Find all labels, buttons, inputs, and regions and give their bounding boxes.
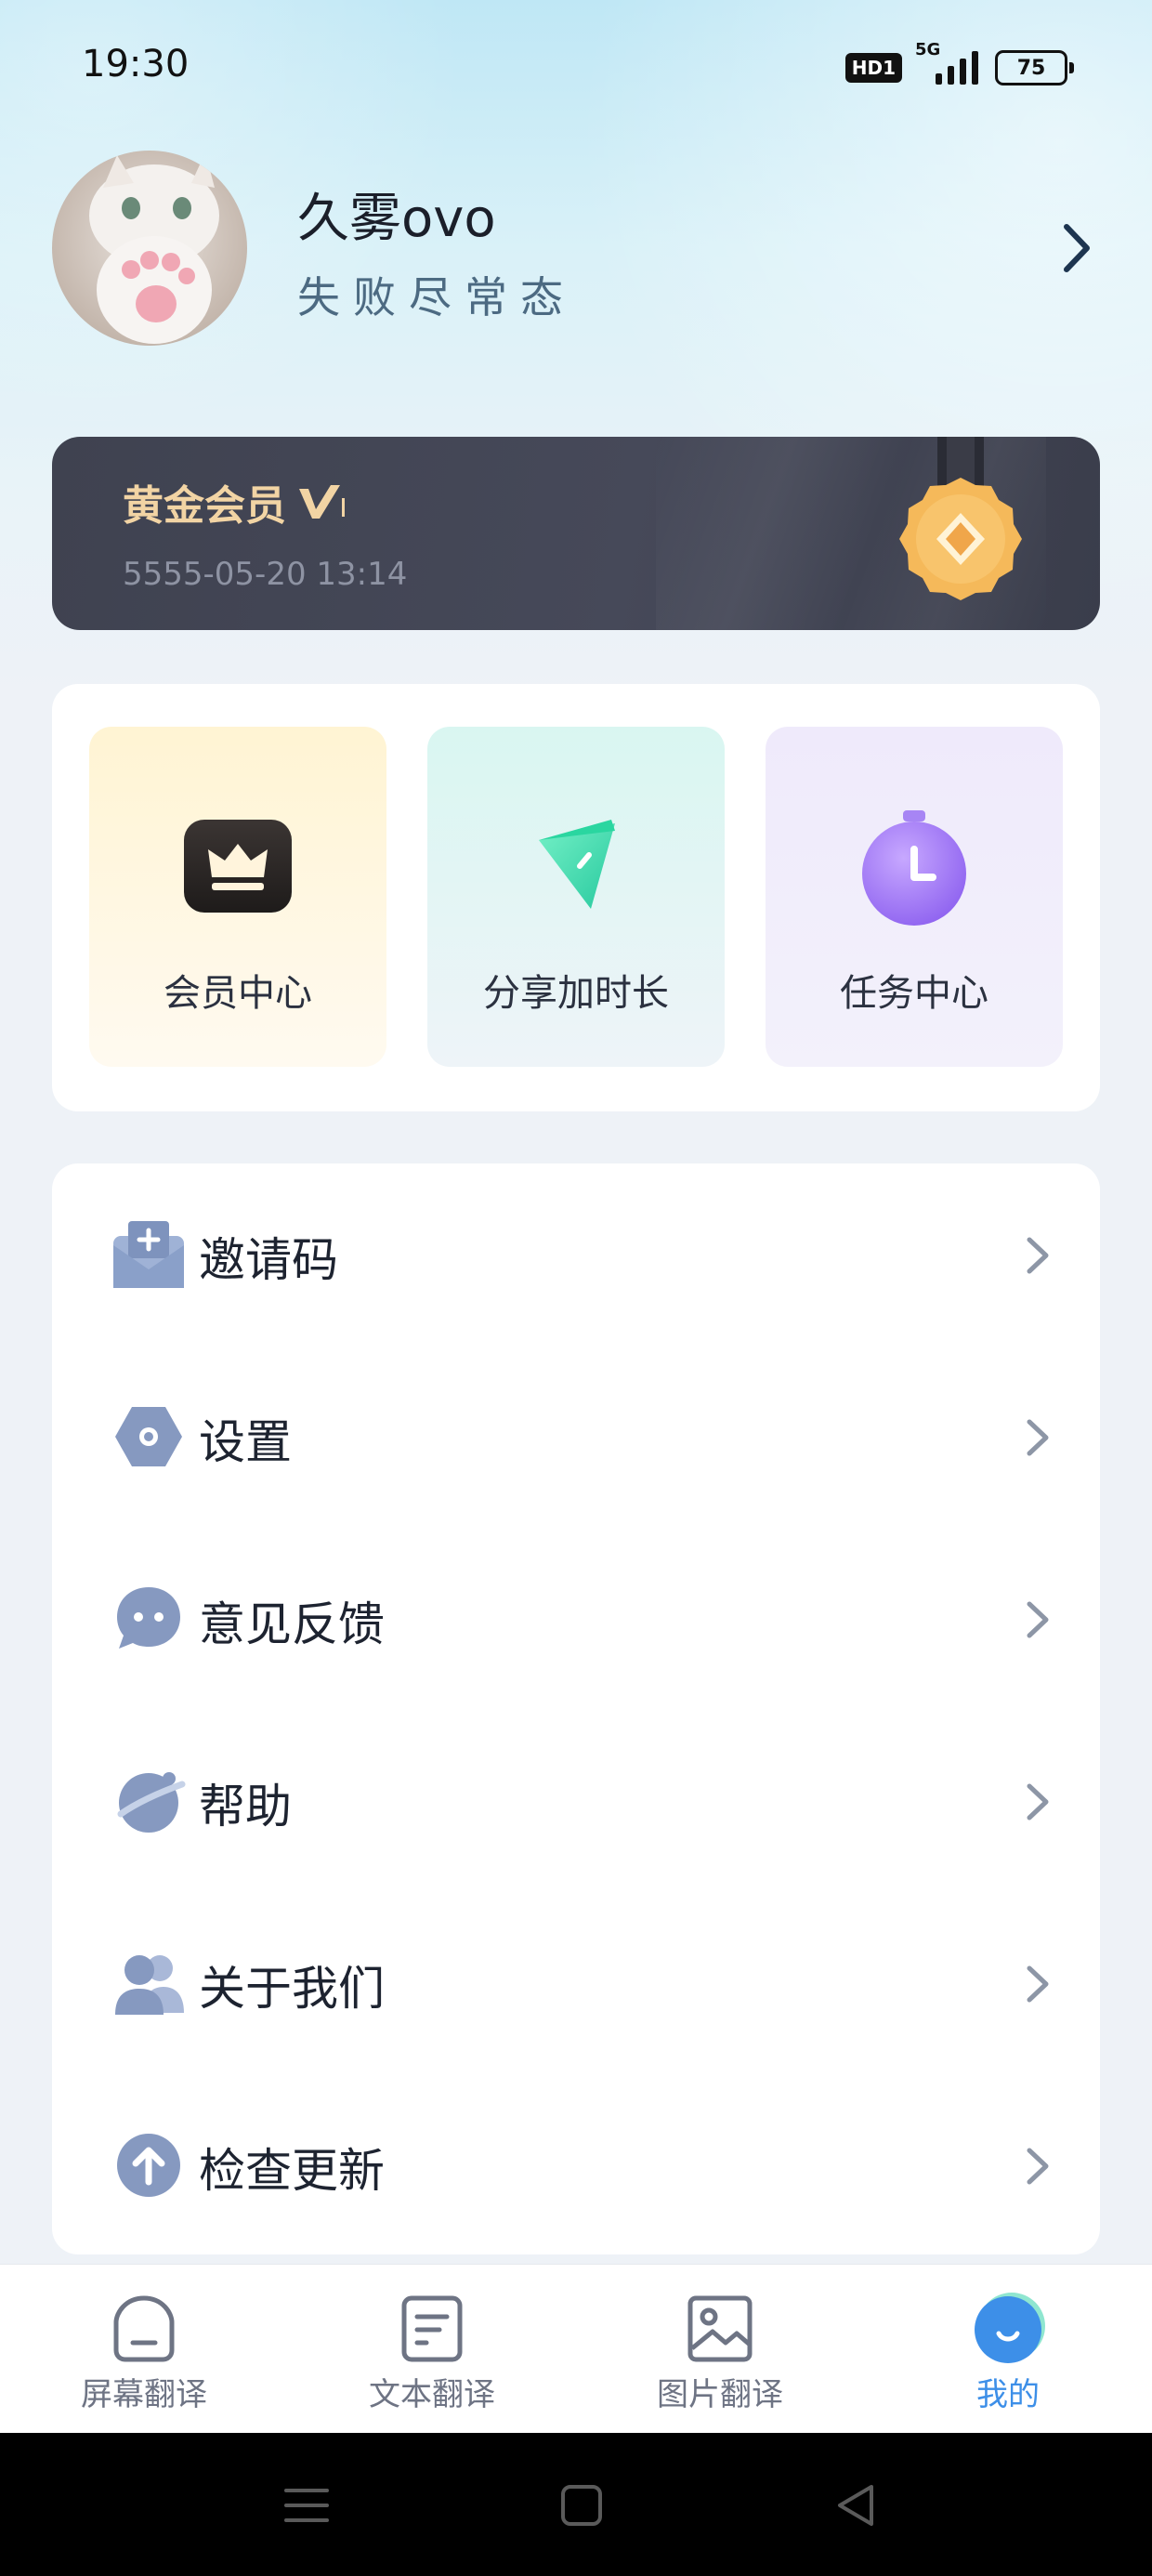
menu-item-label: 邀请码 [199,1233,338,1287]
chevron-right-icon [1027,1601,1049,1638]
chevron-right-icon [1027,1783,1049,1820]
settings-menu: 邀请码 设置 意见反馈 帮助 关于我们 检查更新 [52,1163,1100,2254]
chevron-right-icon [1027,1419,1049,1456]
users-icon [115,1955,184,2015]
status-icons: HD1 5G 75 [844,40,1074,85]
settings-hex-icon [115,1407,182,1466]
menu-item-label: 关于我们 [199,1962,385,2016]
tab-mine[interactable]: 我的 [864,2265,1152,2434]
share-send-icon [539,820,615,909]
network-type: 5G [915,40,941,59]
quick-action-label: 分享加时长 [483,972,669,1015]
quick-action-label: 会员中心 [164,972,312,1015]
chevron-right-icon [1027,1965,1049,2003]
menu-item-help[interactable]: 帮助 [52,1710,1100,1892]
stopwatch-icon [862,810,966,926]
quick-action-vip-center[interactable]: 会员中心 [89,727,386,1067]
home-square-icon[interactable] [556,2479,608,2531]
vip-title: 黄金会员 [123,472,347,532]
menu-item-label: 帮助 [199,1780,292,1833]
menu-item-about-us[interactable]: 关于我们 [52,1892,1100,2074]
avatar[interactable] [52,151,247,346]
upload-arrow-icon [117,2134,180,2197]
tab-label: 文本翻译 [369,2376,495,2413]
quick-action-share[interactable]: 分享加时长 [427,727,725,1067]
menu-item-invite-code[interactable]: 邀请码 [52,1163,1100,1346]
image-icon [687,2295,753,2362]
help-planet-icon [117,1772,186,1833]
chevron-right-icon[interactable] [1055,217,1100,279]
vip-expiry: 5555-05-20 13:14 [123,556,408,593]
smile-avatar-icon [975,2293,1045,2363]
menu-item-label: 意见反馈 [199,1597,385,1651]
profile-header[interactable]: 久雾ovo 失败尽常态 [52,151,1100,346]
invite-mail-icon [113,1221,184,1288]
quick-action-task-center[interactable]: 任务中心 [766,727,1063,1067]
tab-text-translate[interactable]: 文本翻译 [288,2265,576,2434]
v-badge-icon [299,485,345,519]
user-name: 久雾ovo [297,189,496,249]
status-bar: 19:30 HD1 5G 75 [0,0,1152,139]
gold-medal-icon [899,437,1022,600]
crown-icon [184,820,292,913]
menu-item-feedback[interactable]: 意见反馈 [52,1528,1100,1710]
hd-badge: HD1 [844,53,902,83]
battery-icon: 75 [995,50,1074,85]
text-doc-icon [401,2295,463,2362]
menu-item-label: 设置 [199,1415,292,1469]
quick-action-label: 任务中心 [840,972,988,1015]
tab-label: 我的 [976,2376,1040,2413]
vip-level: 黄金会员 [123,482,286,530]
signal-icon: 5G [915,40,978,85]
menu-item-settings[interactable]: 设置 [52,1346,1100,1528]
vip-card[interactable]: 黄金会员 5555-05-20 13:14 [52,437,1100,630]
tab-image-translate[interactable]: 图片翻译 [576,2265,864,2434]
tab-screen-translate[interactable]: 屏幕翻译 [0,2265,288,2434]
battery-level: 75 [995,50,1067,85]
chevron-right-icon [1027,1237,1049,1274]
back-triangle-icon[interactable] [831,2479,883,2531]
system-navigation-bar [0,2433,1152,2576]
screen-home-icon [113,2295,175,2362]
quick-actions-card: 会员中心 分享加时长 任务中心 [52,684,1100,1111]
user-motto: 失败尽常态 [297,272,576,322]
chevron-right-icon [1027,2148,1049,2185]
tab-label: 图片翻译 [657,2376,783,2413]
bottom-tab-bar: 屏幕翻译 文本翻译 图片翻译 我的 [0,2264,1152,2434]
feedback-chat-icon [117,1587,180,1649]
menu-lines-icon[interactable] [281,2479,333,2531]
menu-item-check-update[interactable]: 检查更新 [52,2074,1100,2256]
status-time: 19:30 [82,43,190,85]
menu-item-label: 检查更新 [199,2144,385,2198]
tab-label: 屏幕翻译 [81,2376,207,2413]
